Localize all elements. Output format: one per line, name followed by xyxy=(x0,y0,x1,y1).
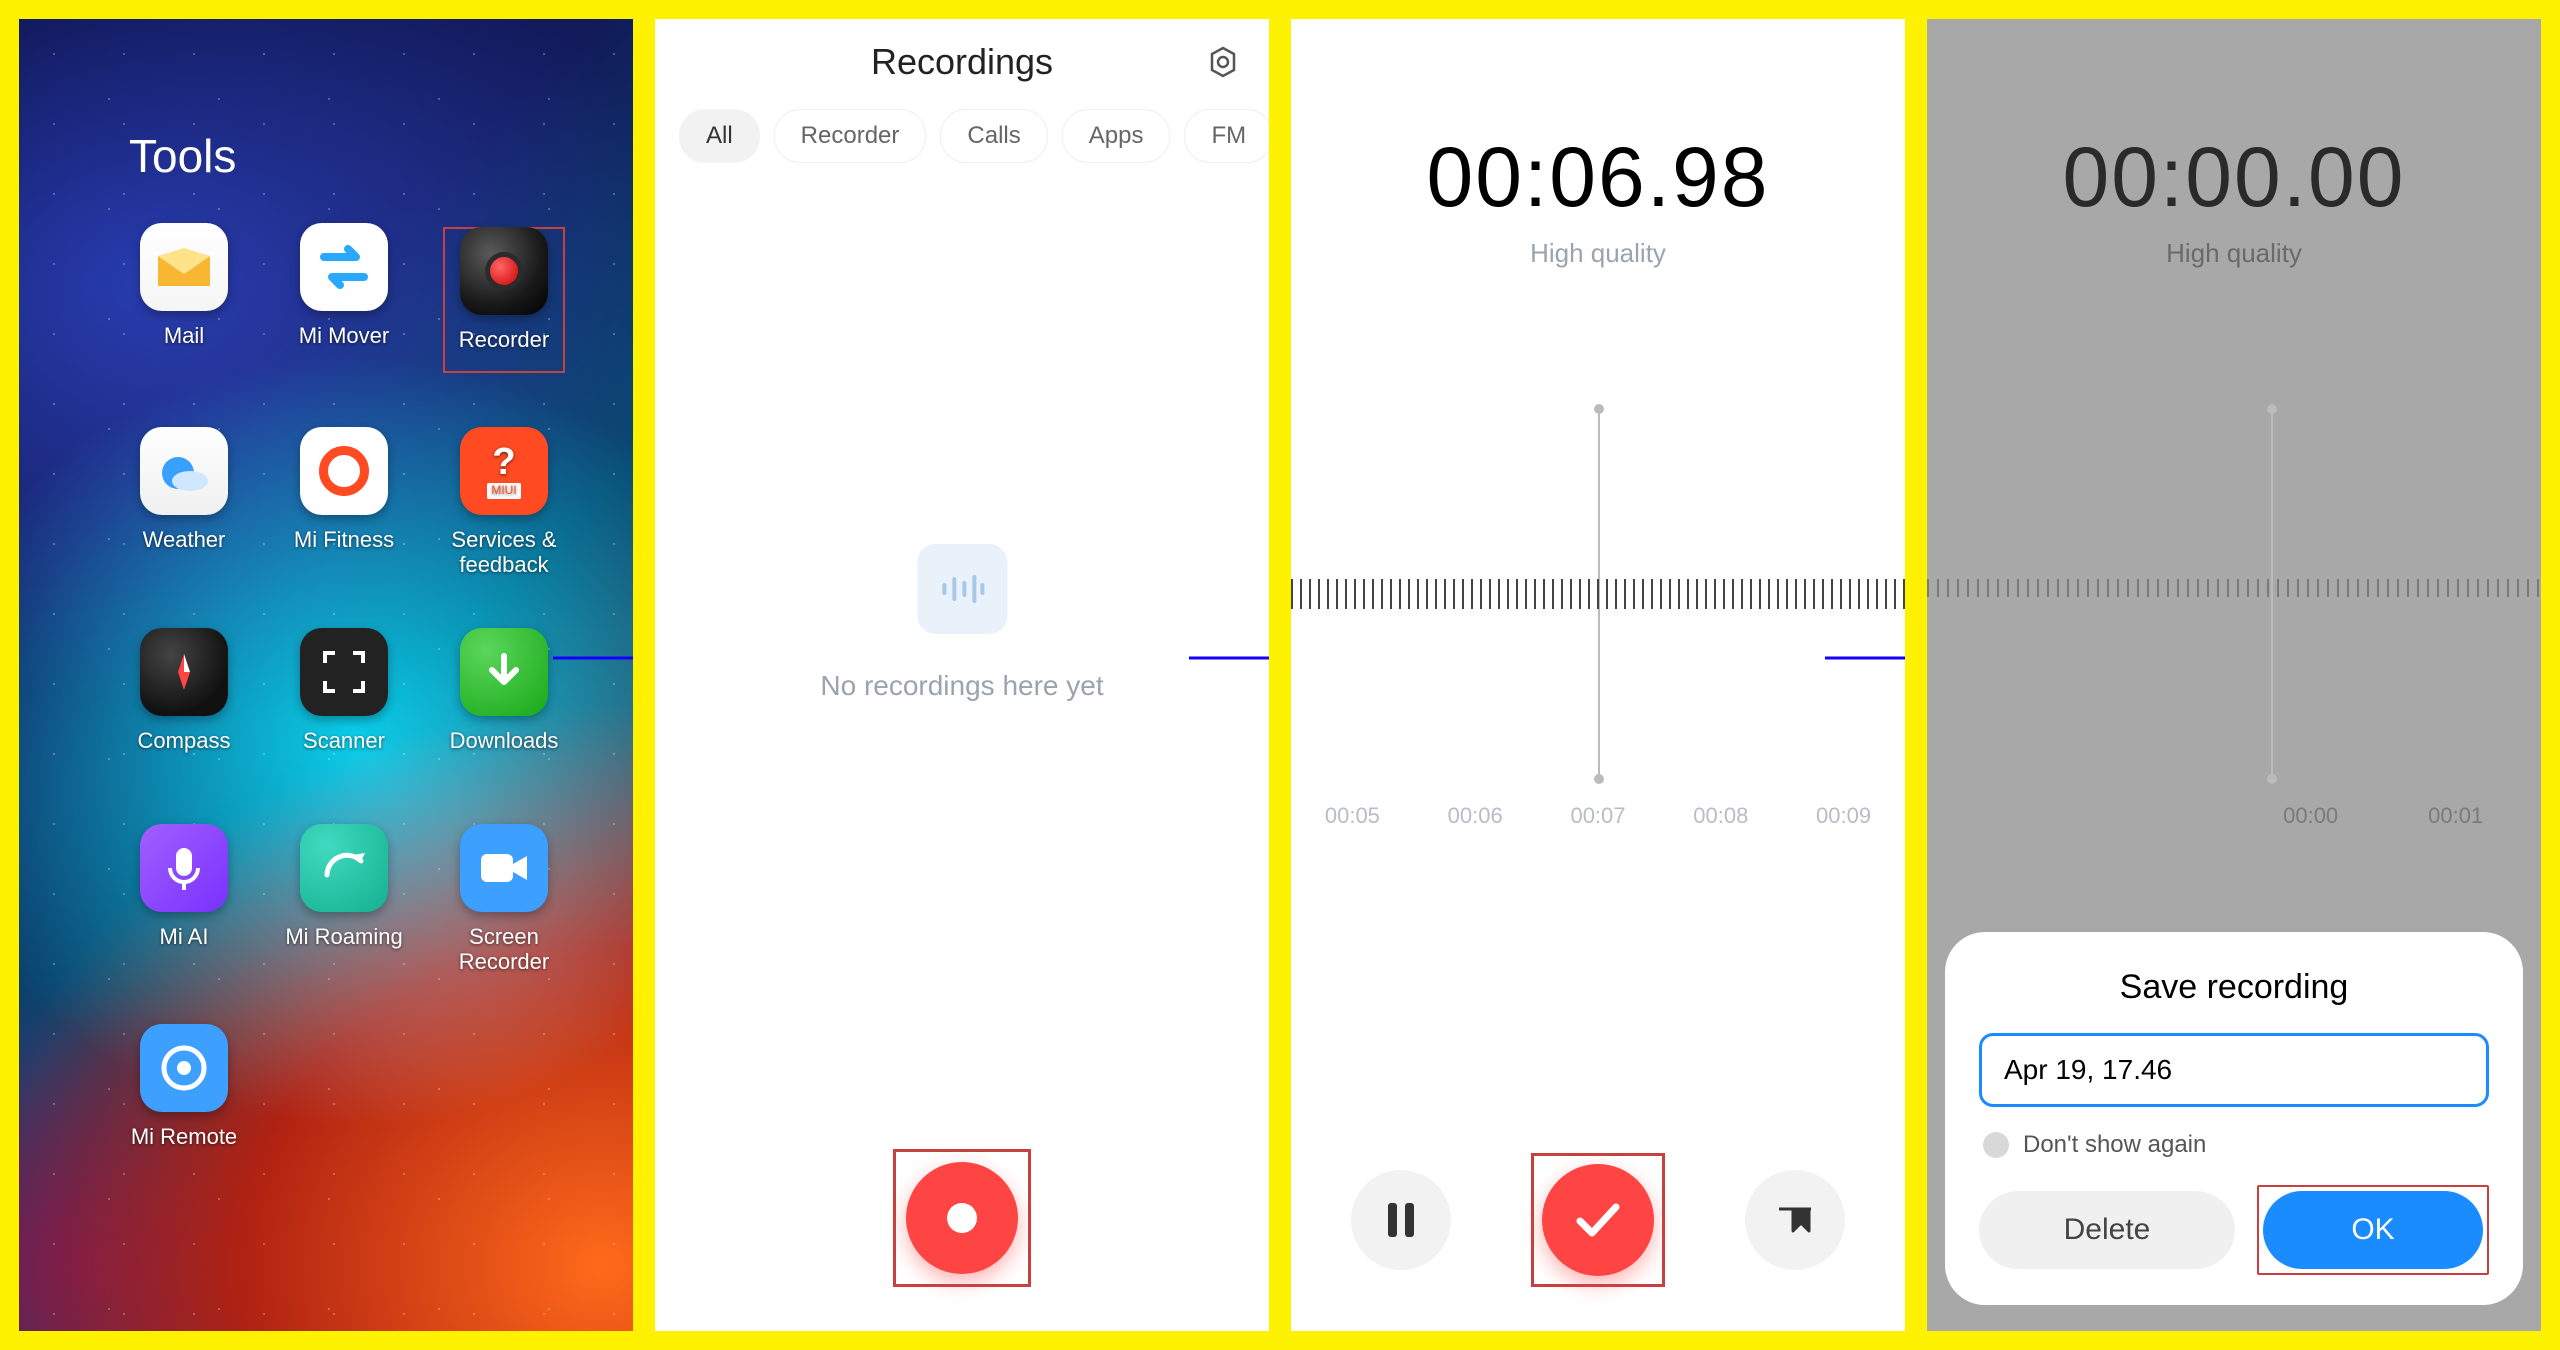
services-feedback-icon: ?MIUI xyxy=(460,427,548,515)
empty-state: No recordings here yet xyxy=(820,544,1103,702)
flow-arrow-icon xyxy=(553,643,636,678)
page-title: Recordings xyxy=(871,41,1053,83)
app-weather[interactable]: Weather xyxy=(119,427,249,578)
screen-recorder-icon xyxy=(460,824,548,912)
app-scanner[interactable]: Scanner xyxy=(279,628,409,774)
pause-icon xyxy=(1384,1201,1418,1239)
flow-arrow-icon xyxy=(1189,643,1272,678)
folder-title: Tools xyxy=(19,19,633,223)
filename-input[interactable] xyxy=(1979,1033,2489,1107)
app-label: Mi Fitness xyxy=(294,527,394,573)
screen-tools-folder: Tools Mail Mi Mover Recorder Weather xyxy=(16,16,636,1334)
check-icon xyxy=(1574,1201,1622,1239)
app-screen-recorder[interactable]: Screen Recorder xyxy=(439,824,569,975)
gear-icon xyxy=(1207,46,1239,78)
waveform-icon xyxy=(917,544,1007,634)
mi-roaming-icon xyxy=(300,824,388,912)
app-recorder[interactable]: Recorder xyxy=(439,223,569,377)
screen-recording-active: 00:06.98 High quality 00:05 00:06 00:07 … xyxy=(1288,16,1908,1334)
compass-icon xyxy=(140,628,228,716)
ok-button[interactable]: OK xyxy=(2263,1191,2483,1269)
mi-remote-icon xyxy=(140,1024,228,1112)
screen-save-dialog: 00:00.00 High quality 00:00 00:01 00:02 … xyxy=(1924,16,2544,1334)
app-label: Weather xyxy=(143,527,226,573)
mi-mover-icon xyxy=(300,223,388,311)
app-label: Mi Roaming xyxy=(285,924,402,970)
app-mi-mover[interactable]: Mi Mover xyxy=(279,223,409,377)
flag-button[interactable] xyxy=(1745,1170,1845,1270)
app-mi-remote[interactable]: Mi Remote xyxy=(119,1024,249,1170)
time-ticks: 00:00 00:01 00:02 xyxy=(2283,803,2544,829)
app-label: Mi Remote xyxy=(131,1124,237,1170)
scanner-icon xyxy=(300,628,388,716)
tab-recorder[interactable]: Recorder xyxy=(774,109,927,163)
stop-button[interactable] xyxy=(1542,1164,1654,1276)
save-recording-dialog: Save recording Don't show again Delete O… xyxy=(1945,932,2523,1305)
flag-icon xyxy=(1778,1200,1812,1240)
app-grid: Mail Mi Mover Recorder Weather Mi Fitnes… xyxy=(19,223,633,1170)
tick: 00:06 xyxy=(1448,803,1503,829)
app-mi-roaming[interactable]: Mi Roaming xyxy=(279,824,409,975)
tick: 00:07 xyxy=(1570,803,1625,829)
app-services-feedback[interactable]: ?MIUI Services & feedback xyxy=(439,427,569,578)
recorder-icon xyxy=(460,227,548,315)
waveform xyxy=(1927,579,2541,597)
mi-ai-icon xyxy=(140,824,228,912)
record-button[interactable] xyxy=(906,1162,1018,1274)
time-ticks: 00:05 00:06 00:07 00:08 00:09 xyxy=(1291,803,1905,829)
tab-all[interactable]: All xyxy=(679,109,760,163)
tab-calls[interactable]: Calls xyxy=(940,109,1047,163)
waveform xyxy=(1291,579,1905,609)
highlight-box: OK xyxy=(2257,1185,2489,1275)
app-label: Mail xyxy=(164,323,204,369)
flow-arrow-icon xyxy=(1825,643,1908,678)
tick: 00:09 xyxy=(1816,803,1871,829)
app-mail[interactable]: Mail xyxy=(119,223,249,377)
app-label: Services & feedback xyxy=(439,527,569,578)
pause-button[interactable] xyxy=(1351,1170,1451,1270)
app-label: Downloads xyxy=(450,728,559,774)
checkbox-label: Don't show again xyxy=(2023,1131,2206,1159)
dont-show-again-checkbox[interactable]: Don't show again xyxy=(1983,1131,2485,1159)
app-label: Scanner xyxy=(303,728,385,774)
recording-timer: 00:00.00 xyxy=(1927,129,2541,226)
settings-button[interactable] xyxy=(1203,42,1243,82)
app-label: Recorder xyxy=(459,327,549,373)
tab-fm[interactable]: FM xyxy=(1184,109,1272,163)
waveform-area: 00:00 00:01 00:02 xyxy=(1927,409,2541,799)
mail-icon xyxy=(140,223,228,311)
mi-fitness-icon xyxy=(300,427,388,515)
tick: 00:05 xyxy=(1325,803,1380,829)
recording-timer: 00:06.98 xyxy=(1291,129,1905,226)
app-mi-ai[interactable]: Mi AI xyxy=(119,824,249,975)
highlight-box xyxy=(893,1149,1031,1287)
empty-text: No recordings here yet xyxy=(820,670,1103,702)
waveform-area: 00:05 00:06 00:07 00:08 00:09 xyxy=(1291,409,1905,799)
tick: 00:01 xyxy=(2428,803,2483,829)
app-label: Mi AI xyxy=(160,924,209,970)
app-downloads[interactable]: Downloads xyxy=(439,628,569,774)
tick: 00:08 xyxy=(1693,803,1748,829)
quality-label: High quality xyxy=(1927,238,2541,269)
app-label: Mi Mover xyxy=(299,323,389,369)
app-mi-fitness[interactable]: Mi Fitness xyxy=(279,427,409,578)
tab-apps[interactable]: Apps xyxy=(1062,109,1171,163)
quality-label: High quality xyxy=(1291,238,1905,269)
checkbox-icon xyxy=(1983,1132,2009,1158)
weather-icon xyxy=(140,427,228,515)
dialog-title: Save recording xyxy=(1979,968,2489,1007)
app-label: Compass xyxy=(138,728,231,774)
downloads-icon xyxy=(460,628,548,716)
app-compass[interactable]: Compass xyxy=(119,628,249,774)
tick: 00:00 xyxy=(2283,803,2338,829)
filter-tabs: All Recorder Calls Apps FM xyxy=(655,109,1269,163)
screen-recordings-list: Recordings All Recorder Calls Apps FM No… xyxy=(652,16,1272,1334)
app-label: Screen Recorder xyxy=(439,924,569,975)
highlight-box xyxy=(1531,1153,1665,1287)
delete-button[interactable]: Delete xyxy=(1979,1191,2235,1269)
